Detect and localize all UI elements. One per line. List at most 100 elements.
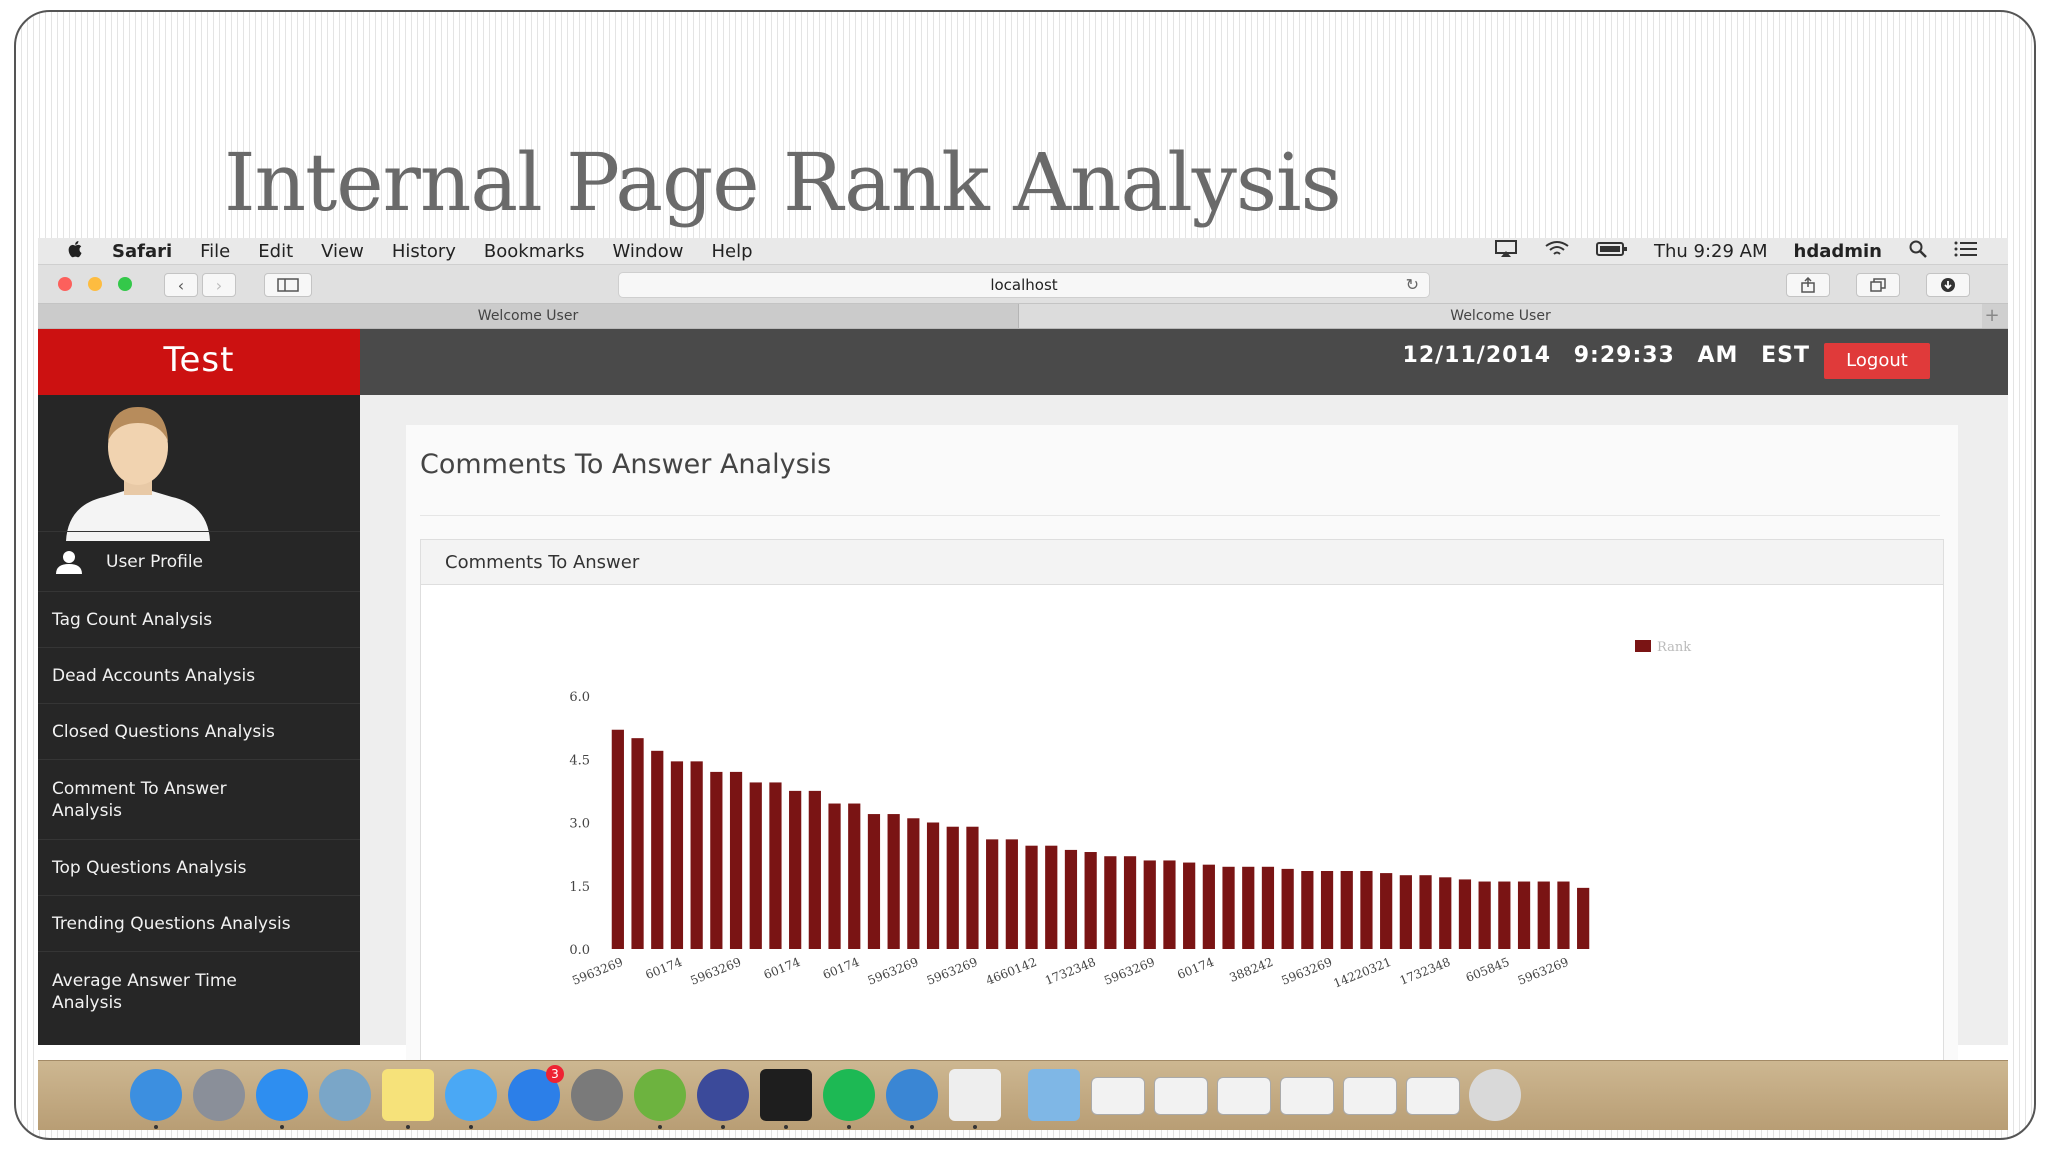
system-preferences-icon[interactable]	[571, 1069, 623, 1121]
chart-bar[interactable]	[1143, 860, 1156, 949]
window-thumb-3-icon[interactable]	[1217, 1077, 1271, 1115]
chart-bar[interactable]	[611, 729, 624, 949]
chart-bar[interactable]	[1320, 870, 1334, 949]
chart-bar[interactable]	[828, 803, 841, 949]
minimize-window-button[interactable]	[88, 277, 102, 291]
chart-bar[interactable]	[789, 790, 802, 949]
spotlight-icon[interactable]	[1908, 240, 1928, 263]
terminal-icon[interactable]	[760, 1069, 812, 1121]
tabs-overview-button[interactable]	[1856, 273, 1900, 297]
chart-bar[interactable]	[986, 839, 999, 949]
chart-bar[interactable]	[907, 818, 920, 949]
chart-bar[interactable]	[1084, 852, 1097, 949]
chart-bar[interactable]	[1163, 860, 1176, 949]
chart-bar[interactable]	[749, 782, 762, 949]
wifi-icon[interactable]	[1544, 240, 1570, 263]
downloads-button[interactable]	[1926, 273, 1970, 297]
apple-icon[interactable]	[68, 240, 84, 263]
reload-icon[interactable]: ↻	[1406, 273, 1419, 297]
chart-bar[interactable]	[1517, 881, 1531, 949]
chart-bar[interactable]	[1458, 879, 1472, 949]
window-thumb-1-icon[interactable]	[1091, 1077, 1145, 1115]
brand-logo[interactable]: Test	[38, 329, 360, 395]
tab-welcome-user-1[interactable]: Welcome User	[38, 304, 1019, 328]
app-store-icon[interactable]: 3	[508, 1065, 564, 1121]
chart-bar[interactable]	[1202, 864, 1215, 949]
sidebar-item-closed-questions[interactable]: Closed Questions Analysis	[38, 703, 360, 759]
logout-button[interactable]: Logout	[1824, 343, 1930, 379]
window-thumb-2-icon[interactable]	[1154, 1077, 1208, 1115]
chart-bar[interactable]	[966, 826, 979, 949]
battery-icon[interactable]	[1595, 241, 1628, 262]
chart-bar[interactable]	[1360, 870, 1373, 949]
chart-bar[interactable]	[1498, 881, 1511, 949]
back-button[interactable]: ‹	[164, 273, 198, 297]
messages-icon[interactable]	[445, 1069, 497, 1121]
window-thumb-6-icon[interactable]	[1406, 1077, 1460, 1115]
notes-icon[interactable]	[382, 1069, 434, 1121]
textedit-icon[interactable]	[949, 1069, 1001, 1121]
chart-bar[interactable]	[1025, 845, 1038, 949]
chart-bar[interactable]	[1281, 868, 1294, 949]
safari-icon[interactable]	[256, 1069, 308, 1121]
chart-bar[interactable]	[1577, 887, 1590, 949]
chart-bar[interactable]	[690, 761, 703, 949]
chart-bar[interactable]	[1557, 881, 1570, 949]
chart-bar[interactable]	[769, 782, 782, 949]
sidebar-item-dead-accounts[interactable]: Dead Accounts Analysis	[38, 647, 360, 703]
chart-bar[interactable]	[1301, 870, 1314, 949]
preview-icon[interactable]	[319, 1069, 371, 1121]
window-thumb-4-icon[interactable]	[1280, 1077, 1334, 1115]
chart-bar[interactable]	[848, 803, 861, 949]
close-window-button[interactable]	[58, 277, 72, 291]
chart-bar[interactable]	[651, 750, 664, 949]
sidebar-toggle-button[interactable]	[264, 273, 312, 297]
sidebar-item-user-profile[interactable]: User Profile	[38, 531, 360, 591]
chart-bar[interactable]	[887, 814, 900, 949]
menubar-user[interactable]: hdadmin	[1794, 241, 1882, 262]
chart-bar[interactable]	[710, 771, 723, 949]
menu-app-name[interactable]: Safari	[112, 241, 172, 262]
new-tab-icon[interactable]: +	[1982, 304, 2002, 328]
zoom-window-button[interactable]	[118, 277, 132, 291]
chart-bar[interactable]	[1439, 877, 1452, 949]
forward-button[interactable]: ›	[202, 273, 236, 297]
chart-bar[interactable]	[808, 790, 821, 949]
chart-bar[interactable]	[1242, 866, 1255, 949]
chart-bar[interactable]	[670, 761, 684, 949]
chart-bar[interactable]	[1064, 849, 1078, 949]
chart-bar[interactable]	[1183, 862, 1196, 949]
tab-welcome-user-2[interactable]: Welcome User	[1019, 304, 1982, 328]
chart-bar[interactable]	[1399, 875, 1412, 949]
chart-bar[interactable]	[631, 738, 644, 949]
chart-bar[interactable]	[1104, 856, 1117, 949]
menu-file[interactable]: File	[200, 241, 230, 262]
eclipse-icon[interactable]	[697, 1069, 749, 1121]
documents-folder-icon[interactable]	[1028, 1069, 1080, 1121]
address-bar[interactable]: localhost ↻	[618, 272, 1430, 298]
chart-bar[interactable]	[926, 822, 940, 950]
chart-bar[interactable]	[1045, 845, 1058, 949]
menu-window[interactable]: Window	[612, 241, 683, 262]
chart-bar[interactable]	[867, 814, 881, 949]
notification-list-icon[interactable]	[1954, 241, 1978, 262]
chart-bar[interactable]	[1340, 870, 1353, 949]
xcode-icon[interactable]	[886, 1069, 938, 1121]
sidebar-item-average-answer-time[interactable]: Average Answer Time Analysis	[38, 951, 360, 1031]
window-thumb-5-icon[interactable]	[1343, 1077, 1397, 1115]
chart-bar[interactable]	[1380, 873, 1393, 949]
chart-bar[interactable]	[1222, 866, 1235, 949]
share-button[interactable]	[1786, 273, 1830, 297]
launchpad-icon[interactable]	[193, 1069, 245, 1121]
trash-icon[interactable]	[1469, 1069, 1521, 1121]
airplay-icon[interactable]	[1494, 240, 1518, 263]
chart-bar[interactable]	[1261, 866, 1275, 949]
spotify-icon[interactable]	[823, 1069, 875, 1121]
sidebar-item-trending-questions[interactable]: Trending Questions Analysis	[38, 895, 360, 951]
menubar-clock[interactable]: Thu 9:29 AM	[1654, 241, 1768, 262]
chart-bar[interactable]	[946, 826, 959, 949]
chart-bar[interactable]	[1419, 875, 1432, 949]
menu-edit[interactable]: Edit	[258, 241, 293, 262]
finder-icon[interactable]	[130, 1069, 182, 1121]
sidebar-item-comment-to-answer[interactable]: Comment To Answer Analysis	[38, 759, 360, 839]
